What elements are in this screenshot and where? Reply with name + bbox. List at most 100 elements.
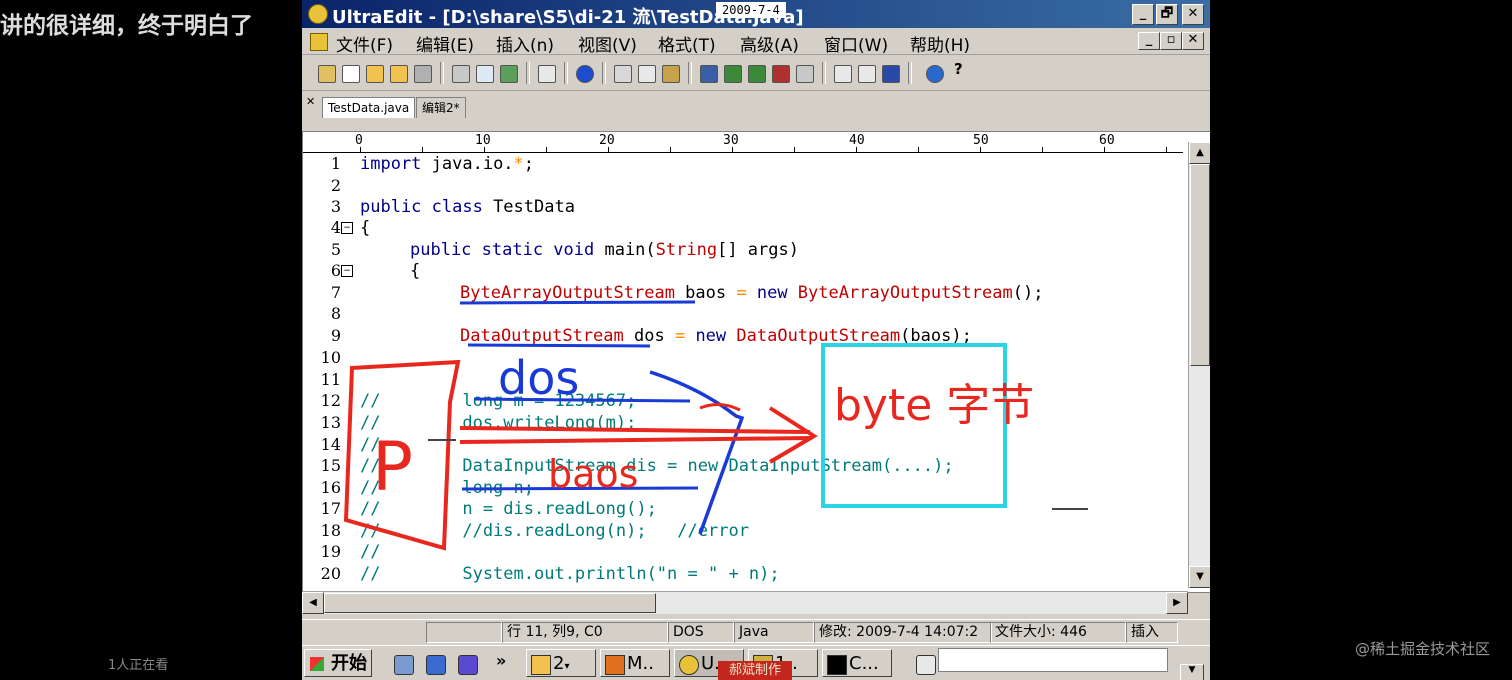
taskbar-address-input[interactable] <box>938 648 1168 672</box>
start-button[interactable]: 开始 <box>304 649 372 677</box>
code-editor[interactable]: 0 10 20 30 40 50 60 1 2 3 4 5 6 7 8 9 10… <box>302 131 1210 593</box>
ruler-label: 30 <box>723 133 739 148</box>
line-number: 15 <box>320 456 341 475</box>
code-line-4: { <box>360 218 371 238</box>
toolbar-separator <box>526 62 530 84</box>
minimize-button[interactable]: _ <box>1132 4 1154 25</box>
line-number: 9 <box>330 326 341 345</box>
print-setup-icon[interactable] <box>500 65 518 83</box>
tab-edit2[interactable]: 编辑2* <box>416 97 466 118</box>
info-icon[interactable] <box>926 65 944 83</box>
line-number: 20 <box>320 564 341 583</box>
replace-icon[interactable] <box>772 65 790 83</box>
ruler-label: 0 <box>355 133 363 148</box>
ie-icon[interactable] <box>426 655 446 675</box>
menu-format[interactable]: 格式(T) <box>658 31 716 56</box>
code-line-13: // dos.writeLong(m); <box>360 413 637 433</box>
doc-minimize-button[interactable]: _ <box>1138 32 1160 50</box>
ruler-label: 10 <box>475 133 491 148</box>
doc-close-button[interactable]: ✕ <box>1182 32 1204 50</box>
split-vertical-icon[interactable] <box>858 65 876 83</box>
toolbar-separator <box>908 62 912 84</box>
video-date-stamp: 2009-7-4 <box>716 2 786 18</box>
task-m[interactable]: M.. <box>600 649 670 677</box>
toolbar-separator <box>688 62 692 84</box>
new-project-icon[interactable] <box>318 65 336 83</box>
line-number: 5 <box>330 240 341 259</box>
tab-testdata-java[interactable]: TestData.java <box>322 97 416 118</box>
find-icon[interactable] <box>700 65 718 83</box>
line-number: 19 <box>320 542 341 561</box>
find-next-icon[interactable] <box>724 65 742 83</box>
menu-help[interactable]: 帮助(H) <box>910 31 970 56</box>
open-recent-icon[interactable] <box>390 65 408 83</box>
cut-icon[interactable] <box>614 65 632 83</box>
find-prev-icon[interactable] <box>748 65 766 83</box>
menu-insert[interactable]: 插入(n) <box>496 31 554 56</box>
maximize-button[interactable]: 🗗 <box>1156 4 1178 25</box>
toolbar-separator <box>564 62 568 84</box>
line-number: 13 <box>320 413 341 432</box>
document-icon[interactable] <box>310 33 328 51</box>
code-line-7: ByteArrayOutputStream baos = new ByteArr… <box>460 283 1044 303</box>
scroll-down-icon[interactable]: ▼ <box>1189 566 1210 588</box>
doc-restore-button[interactable]: ▫ <box>1160 32 1182 50</box>
status-line-ending: DOS <box>668 622 734 643</box>
media-player-icon[interactable] <box>458 655 478 675</box>
open-folder-icon[interactable] <box>366 65 384 83</box>
code-line-14: // <box>360 435 381 455</box>
menu-window[interactable]: 窗口(W) <box>824 31 888 56</box>
line-number: 14 <box>320 435 341 454</box>
save-icon[interactable] <box>414 65 432 83</box>
author-stamp: 郝斌制作 <box>718 661 792 680</box>
new-file-icon[interactable] <box>342 65 360 83</box>
menu-file[interactable]: 文件(F) <box>336 31 393 56</box>
code-line-1: import java.io.*; <box>360 154 535 174</box>
vertical-scroll-thumb[interactable] <box>1190 164 1210 366</box>
code-line-19: // <box>360 542 381 562</box>
print-preview-icon[interactable] <box>476 65 494 83</box>
fold-toggle-icon[interactable]: − <box>341 265 353 277</box>
scroll-left-icon[interactable]: ◀ <box>302 592 324 614</box>
split-horizontal-icon[interactable] <box>834 65 852 83</box>
task-folders[interactable]: 2▾ <box>526 649 596 677</box>
close-button[interactable]: ✕ <box>1182 4 1204 25</box>
context-help-icon[interactable]: ? <box>954 60 963 78</box>
line-number: 7 <box>330 283 341 302</box>
show-desktop-icon[interactable] <box>394 655 414 675</box>
line-number: 10 <box>320 348 341 367</box>
scroll-up-icon[interactable]: ▲ <box>1189 142 1210 164</box>
ultraedit-window: UltraEdit - [D:\share\S5\di-21 流\TestDat… <box>302 0 1210 680</box>
code-line-20: // System.out.println("n = " + n); <box>360 564 780 584</box>
menu-advanced[interactable]: 高级(A) <box>740 31 799 56</box>
line-number: 18 <box>320 521 341 540</box>
menu-view[interactable]: 视图(V) <box>578 31 637 56</box>
status-language: Java <box>734 622 814 643</box>
cascade-icon[interactable] <box>882 65 900 83</box>
vertical-scrollbar[interactable]: ▲ ▼ <box>1188 142 1210 588</box>
goto-icon[interactable] <box>796 65 814 83</box>
copy-icon[interactable] <box>638 65 656 83</box>
keyboard-icon[interactable] <box>916 655 936 675</box>
paste-icon[interactable] <box>662 65 680 83</box>
line-number: 16 <box>320 478 341 497</box>
horizontal-scrollbar[interactable]: ◀ ▶ <box>302 591 1188 614</box>
site-watermark: @稀土掘金技术社区 <box>1354 640 1490 658</box>
browser-icon[interactable] <box>576 65 594 83</box>
line-number: 3 <box>330 197 341 216</box>
word-wrap-icon[interactable] <box>538 65 556 83</box>
print-icon[interactable] <box>452 65 470 83</box>
ruler-label: 60 <box>1099 133 1115 148</box>
ruler-label: 40 <box>849 133 865 148</box>
toolbar-separator <box>822 62 826 84</box>
menu-edit[interactable]: 编辑(E) <box>416 31 474 56</box>
fold-toggle-icon[interactable]: − <box>341 222 353 234</box>
quicklaunch-expand-icon[interactable]: » <box>496 651 506 670</box>
app-icon <box>308 4 328 24</box>
scroll-right-icon[interactable]: ▶ <box>1166 592 1188 614</box>
windows-logo-icon <box>310 657 324 671</box>
close-tab-icon[interactable]: ✕ <box>306 95 315 108</box>
task-cmd[interactable]: C... <box>822 649 892 677</box>
tray-scroll-icon[interactable]: ▼ <box>1180 664 1204 680</box>
horizontal-scroll-thumb[interactable] <box>324 593 656 613</box>
